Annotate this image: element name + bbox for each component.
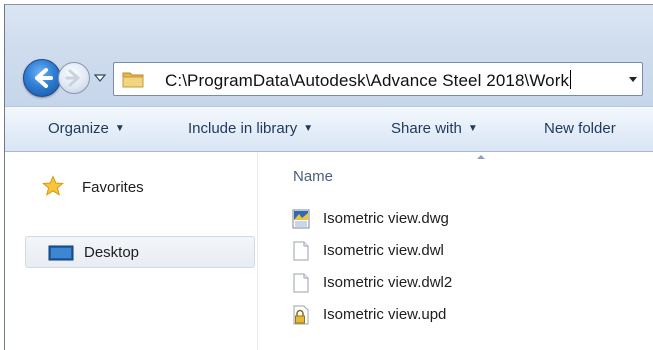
sort-ascending-icon [477, 155, 485, 159]
star-icon [42, 175, 64, 196]
include-in-library-button[interactable]: Include in library ▼ [188, 120, 313, 137]
command-toolbar: Organize ▼ Include in library ▼ Share with… [5, 106, 653, 152]
file-name: Isometric view.dwl [323, 242, 444, 259]
blank-file-icon [293, 241, 309, 261]
file-list: Name Isometric view.dwg Isometric view.d… [258, 152, 653, 350]
file-name: Isometric view.dwl2 [323, 274, 453, 291]
file-item[interactable]: Isometric view.dwg [292, 207, 592, 231]
text-caret [570, 70, 572, 89]
new-folder-button[interactable]: New folder [544, 120, 616, 137]
share-label: Share with [391, 120, 462, 137]
file-name: Isometric view.dwg [323, 210, 449, 227]
locked-file-icon [293, 305, 309, 325]
desktop-label: Desktop [84, 244, 140, 261]
file-item[interactable]: Isometric view.dwl [292, 239, 592, 263]
nav-item-desktop[interactable]: Desktop [25, 236, 255, 268]
organize-button[interactable]: Organize ▼ [48, 120, 125, 137]
file-name: Isometric view.upd [323, 306, 447, 323]
chevron-down-icon[interactable] [94, 72, 106, 84]
explorer-window: C:\ProgramData\Autodesk\Advance Steel 20… [4, 4, 653, 350]
address-bar[interactable]: C:\ProgramData\Autodesk\Advance Steel 20… [113, 62, 643, 96]
chevron-down-icon: ▼ [303, 123, 314, 134]
share-with-button[interactable]: Share with ▼ [391, 120, 478, 137]
forward-button[interactable] [58, 62, 90, 94]
chevron-down-icon: ▼ [467, 123, 478, 134]
dwg-file-icon [292, 209, 310, 229]
forward-arrow-icon [65, 69, 80, 87]
folder-icon [122, 72, 144, 88]
address-dropdown-icon[interactable] [628, 76, 638, 84]
column-header-name[interactable]: Name [293, 168, 333, 185]
back-arrow-icon [35, 68, 53, 88]
favorites-label: Favorites [82, 179, 144, 196]
navigation-pane: Favorites Desktop [5, 152, 257, 350]
chevron-down-icon: ▼ [114, 123, 125, 134]
window-chrome: C:\ProgramData\Autodesk\Advance Steel 20… [5, 5, 653, 106]
include-label: Include in library [188, 120, 298, 137]
file-item[interactable]: Isometric view.upd [292, 303, 592, 327]
back-button[interactable] [23, 59, 61, 97]
file-item[interactable]: Isometric view.dwl2 [292, 271, 592, 295]
organize-label: Organize [48, 120, 109, 137]
desktop-icon [48, 245, 74, 261]
address-path[interactable]: C:\ProgramData\Autodesk\Advance Steel 20… [165, 70, 572, 91]
blank-file-icon [293, 273, 309, 293]
